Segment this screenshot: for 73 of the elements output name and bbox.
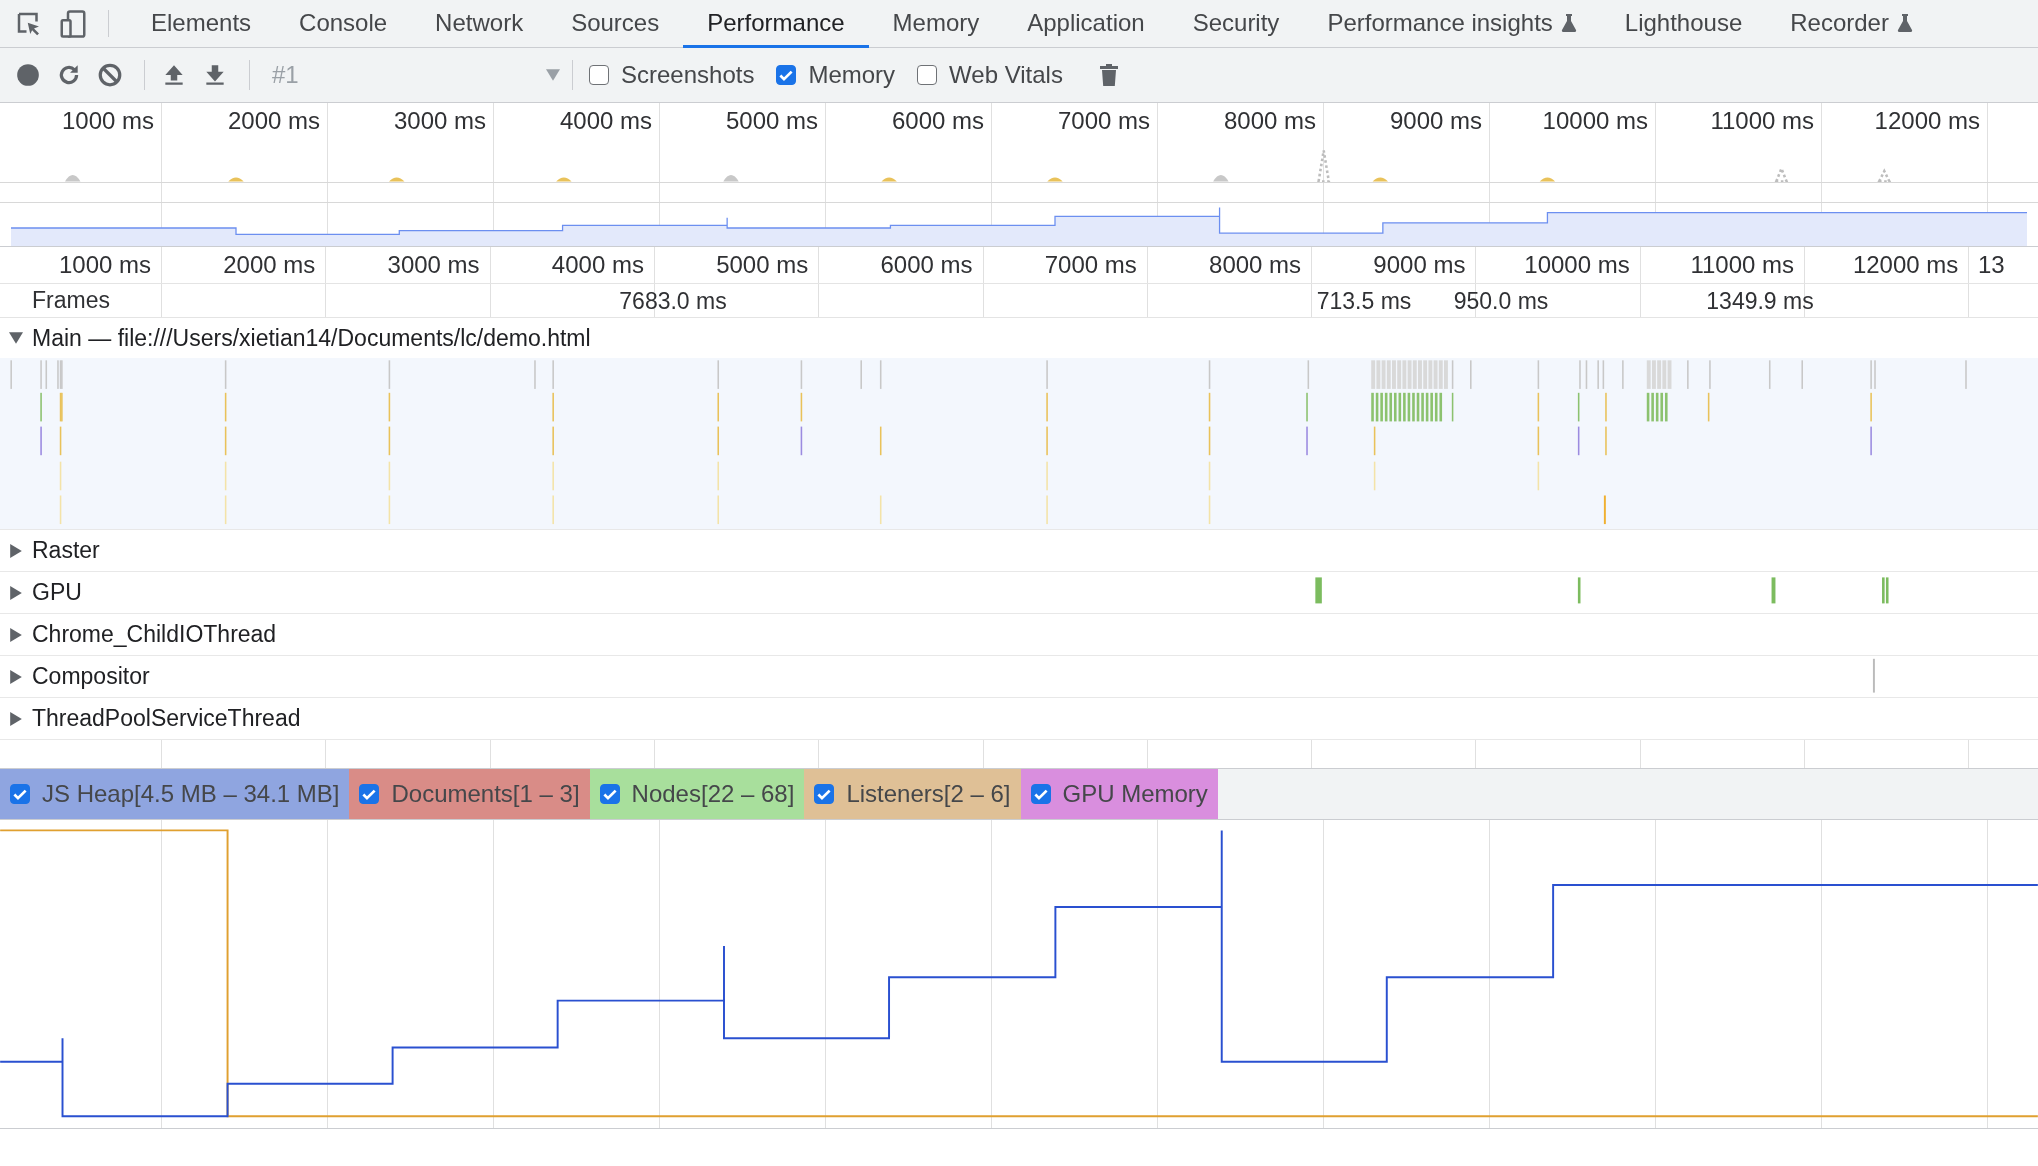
checkbox-label: Screenshots [621,61,755,89]
checkbox[interactable] [776,65,797,85]
checkbox-label: Web Vitals [949,61,1063,89]
time-tick-label: 12000 ms [1852,251,1959,279]
overview-tick-label: 6000 ms [891,107,984,135]
checkbox[interactable] [359,784,380,804]
expand-arrow-icon[interactable] [9,332,23,344]
activity-bar [1315,577,1322,604]
activity-bar [1771,577,1776,604]
frames-label: Frames [32,287,110,314]
checkbox[interactable] [814,784,835,804]
checkbox[interactable] [10,784,30,804]
track-name[interactable]: Chrome_ChildIOThread [32,621,277,648]
panel-tab[interactable]: Console [275,0,412,48]
time-tick-label: 6000 ms [880,251,973,279]
panel-tab[interactable]: Network [411,0,548,48]
frame-duration: 713.5 ms [1316,288,1412,315]
time-tick-label: 8000 ms [1209,251,1302,279]
checkbox[interactable] [1030,784,1051,804]
panel-tab[interactable]: Sources [547,0,684,48]
expand-arrow-icon[interactable] [10,543,22,558]
clear-icon[interactable] [97,62,123,88]
overview-tick-label: 2000 ms [227,107,320,135]
frame-duration: 1349.9 ms [1706,288,1814,315]
overview-tick-label: 3000 ms [393,107,486,135]
time-tick-label: 10000 ms [1524,251,1630,279]
panel-tab[interactable]: Memory [868,0,1004,48]
expand-arrow-icon[interactable] [10,627,22,642]
time-tick-label: 3000 ms [387,251,480,279]
time-tick-label: 13 [1978,251,2005,279]
time-tick-label: 1000 ms [58,251,151,279]
trash-icon[interactable] [1098,62,1119,88]
caret-icon [546,69,560,81]
panel-tab[interactable]: Elements [127,0,276,48]
counter-toggle[interactable]: JS Heap[4.5 MB – 34.1 MB] [0,769,350,819]
overview-tick-label: 1000 ms [61,107,154,135]
overview-tick-label: 10000 ms [1542,107,1648,135]
checkbox[interactable] [589,65,609,85]
overview-tick-label: 11000 ms [1710,107,1814,135]
activity-bar [1872,658,1875,693]
overview-tick-label: 4000 ms [559,107,652,135]
time-tick-label: 9000 ms [1373,251,1466,279]
panel-tab[interactable]: Performance insights [1303,0,1601,48]
overview-tick-label: 7000 ms [1057,107,1150,135]
expand-arrow-icon[interactable] [10,585,22,600]
checkbox[interactable] [599,784,620,804]
time-tick-label: 4000 ms [551,251,644,279]
time-tick-label: 5000 ms [716,251,809,279]
panel-tab[interactable]: Application [1003,0,1169,48]
track-name[interactable]: Compositor [32,663,150,690]
frame-duration: 950.0 ms [1453,288,1549,315]
counter-toggle[interactable]: Documents[1 – 3] [349,769,590,819]
expand-arrow-icon[interactable] [10,711,22,726]
panel-tab[interactable]: Security [1168,0,1304,48]
time-tick-label: 11000 ms [1690,251,1794,279]
overview-tick-label: 5000 ms [725,107,818,135]
overview-tick-label: 8000 ms [1223,107,1316,135]
device-icon[interactable] [58,8,88,39]
checkbox-label: Memory [808,61,896,89]
activity-bar [1577,577,1581,604]
overview-tick-label: 9000 ms [1389,107,1482,135]
checkbox[interactable] [917,65,938,85]
counter-toggle[interactable]: Listeners[2 – 6] [804,769,1021,819]
panel-tab[interactable]: Recorder [1766,0,1937,48]
counter-toggle[interactable]: Nodes[22 – 68] [589,769,805,819]
panel-tab[interactable]: Lighthouse [1600,0,1767,48]
expand-arrow-icon[interactable] [10,669,22,684]
time-tick-label: 7000 ms [1044,251,1137,279]
frame-duration: 7683.0 ms [619,288,727,315]
time-tick-label: 2000 ms [223,251,316,279]
record-icon[interactable] [15,62,41,88]
overview-tick-label: 12000 ms [1874,107,1980,135]
counter-toggle[interactable]: GPU Memory [1020,769,1218,819]
